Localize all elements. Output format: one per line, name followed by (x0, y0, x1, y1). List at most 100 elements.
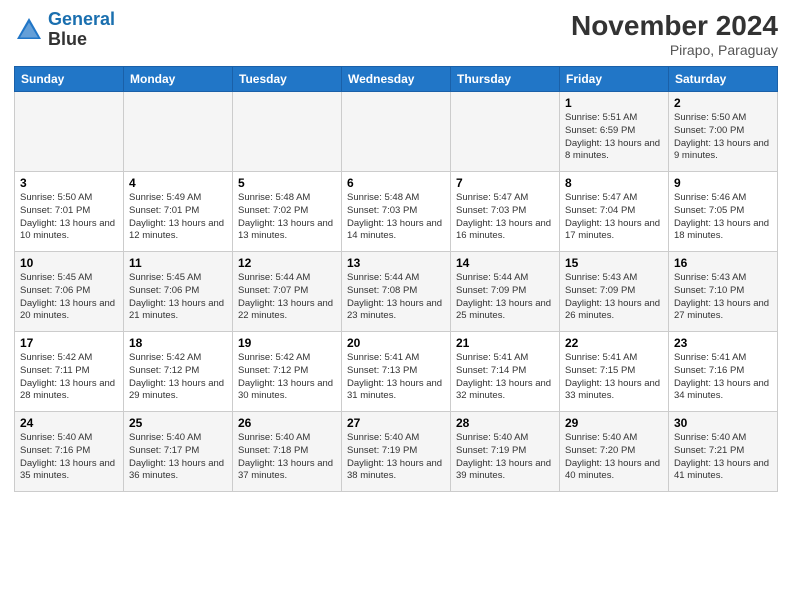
calendar-cell: 1 Sunrise: 5:51 AM Sunset: 6:59 PM Daylig… (560, 92, 669, 172)
week-row-4: 24 Sunrise: 5:40 AM Sunset: 7:16 PM Dayli… (15, 412, 778, 492)
day-number: 22 (565, 336, 663, 350)
calendar-cell: 12 Sunrise: 5:44 AM Sunset: 7:07 PM Dayli… (233, 252, 342, 332)
day-info: Sunrise: 5:48 AM Sunset: 7:03 PM Dayligh… (347, 192, 445, 243)
month-title: November 2024 (571, 10, 778, 42)
calendar-cell (342, 92, 451, 172)
day-number: 10 (20, 256, 118, 270)
calendar-cell: 7 Sunrise: 5:47 AM Sunset: 7:03 PM Daylig… (451, 172, 560, 252)
calendar-cell: 14Sunrise: 5:44 AM Sunset: 7:09 PM Dayli… (451, 252, 560, 332)
day-info: Sunrise: 5:44 AM Sunset: 7:08 PM Dayligh… (347, 272, 445, 323)
day-number: 28 (456, 416, 554, 430)
day-number: 27 (347, 416, 445, 430)
day-info: Sunrise: 5:40 AM Sunset: 7:21 PM Dayligh… (674, 432, 772, 483)
calendar-cell: 5 Sunrise: 5:48 AM Sunset: 7:02 PM Daylig… (233, 172, 342, 252)
day-number: 9 (674, 176, 772, 190)
day-number: 7 (456, 176, 554, 190)
calendar-cell: 23Sunrise: 5:41 AM Sunset: 7:16 PM Dayli… (669, 332, 778, 412)
calendar-cell: 17 Sunrise: 5:42 AM Sunset: 7:11 PM Dayli… (15, 332, 124, 412)
day-number: 18 (129, 336, 227, 350)
title-block: November 2024 Pirapo, Paraguay (571, 10, 778, 58)
day-number: 15 (565, 256, 663, 270)
day-info: Sunrise: 5:42 AM Sunset: 7:11 PM Dayligh… (20, 352, 118, 403)
calendar-header: SundayMondayTuesdayWednesdayThursdayFrid… (15, 67, 778, 92)
header-day-monday: Monday (124, 67, 233, 92)
day-info: Sunrise: 5:48 AM Sunset: 7:02 PM Dayligh… (238, 192, 336, 243)
week-row-3: 17 Sunrise: 5:42 AM Sunset: 7:11 PM Dayli… (15, 332, 778, 412)
header-day-friday: Friday (560, 67, 669, 92)
calendar-cell: 20Sunrise: 5:41 AM Sunset: 7:13 PM Dayli… (342, 332, 451, 412)
location-subtitle: Pirapo, Paraguay (571, 42, 778, 58)
day-number: 1 (565, 96, 663, 110)
day-info: Sunrise: 5:49 AM Sunset: 7:01 PM Dayligh… (129, 192, 227, 243)
calendar-cell: 4 Sunrise: 5:49 AM Sunset: 7:01 PM Daylig… (124, 172, 233, 252)
calendar-cell: 28Sunrise: 5:40 AM Sunset: 7:19 PM Dayli… (451, 412, 560, 492)
day-info: Sunrise: 5:41 AM Sunset: 7:14 PM Dayligh… (456, 352, 554, 403)
day-number: 8 (565, 176, 663, 190)
day-number: 26 (238, 416, 336, 430)
day-number: 30 (674, 416, 772, 430)
day-number: 17 (20, 336, 118, 350)
header-day-tuesday: Tuesday (233, 67, 342, 92)
calendar-cell: 26Sunrise: 5:40 AM Sunset: 7:18 PM Dayli… (233, 412, 342, 492)
calendar-cell: 3Sunrise: 5:50 AM Sunset: 7:01 PM Daylig… (15, 172, 124, 252)
calendar-cell (15, 92, 124, 172)
calendar-cell: 6 Sunrise: 5:48 AM Sunset: 7:03 PM Daylig… (342, 172, 451, 252)
day-number: 6 (347, 176, 445, 190)
calendar-cell: 13 Sunrise: 5:44 AM Sunset: 7:08 PM Dayli… (342, 252, 451, 332)
calendar-cell: 25Sunrise: 5:40 AM Sunset: 7:17 PM Dayli… (124, 412, 233, 492)
calendar-cell: 30 Sunrise: 5:40 AM Sunset: 7:21 PM Dayli… (669, 412, 778, 492)
calendar-cell: 29Sunrise: 5:40 AM Sunset: 7:20 PM Dayli… (560, 412, 669, 492)
calendar-cell: 22 Sunrise: 5:41 AM Sunset: 7:15 PM Dayli… (560, 332, 669, 412)
day-info: Sunrise: 5:45 AM Sunset: 7:06 PM Dayligh… (20, 272, 118, 323)
calendar-cell: 9 Sunrise: 5:46 AM Sunset: 7:05 PM Daylig… (669, 172, 778, 252)
week-row-0: 1 Sunrise: 5:51 AM Sunset: 6:59 PM Daylig… (15, 92, 778, 172)
calendar-cell: 11 Sunrise: 5:45 AM Sunset: 7:06 PM Dayli… (124, 252, 233, 332)
day-info: Sunrise: 5:44 AM Sunset: 7:07 PM Dayligh… (238, 272, 336, 323)
day-info: Sunrise: 5:41 AM Sunset: 7:13 PM Dayligh… (347, 352, 445, 403)
week-row-1: 3Sunrise: 5:50 AM Sunset: 7:01 PM Daylig… (15, 172, 778, 252)
day-info: Sunrise: 5:43 AM Sunset: 7:09 PM Dayligh… (565, 272, 663, 323)
day-number: 2 (674, 96, 772, 110)
day-number: 4 (129, 176, 227, 190)
day-info: Sunrise: 5:46 AM Sunset: 7:05 PM Dayligh… (674, 192, 772, 243)
day-info: Sunrise: 5:43 AM Sunset: 7:10 PM Dayligh… (674, 272, 772, 323)
day-number: 11 (129, 256, 227, 270)
day-number: 5 (238, 176, 336, 190)
calendar-cell (233, 92, 342, 172)
day-number: 23 (674, 336, 772, 350)
calendar-cell: 19 Sunrise: 5:42 AM Sunset: 7:12 PM Dayli… (233, 332, 342, 412)
day-info: Sunrise: 5:50 AM Sunset: 7:01 PM Dayligh… (20, 192, 118, 243)
logo-icon (14, 15, 44, 45)
header: General Blue November 2024 Pirapo, Parag… (14, 10, 778, 58)
calendar-cell: 2 Sunrise: 5:50 AM Sunset: 7:00 PM Daylig… (669, 92, 778, 172)
header-day-thursday: Thursday (451, 67, 560, 92)
day-info: Sunrise: 5:41 AM Sunset: 7:15 PM Dayligh… (565, 352, 663, 403)
day-number: 25 (129, 416, 227, 430)
day-info: Sunrise: 5:47 AM Sunset: 7:03 PM Dayligh… (456, 192, 554, 243)
calendar-cell: 18 Sunrise: 5:42 AM Sunset: 7:12 PM Dayli… (124, 332, 233, 412)
calendar-cell: 24 Sunrise: 5:40 AM Sunset: 7:16 PM Dayli… (15, 412, 124, 492)
day-number: 12 (238, 256, 336, 270)
day-info: Sunrise: 5:50 AM Sunset: 7:00 PM Dayligh… (674, 112, 772, 163)
calendar-cell: 21 Sunrise: 5:41 AM Sunset: 7:14 PM Dayli… (451, 332, 560, 412)
page: General Blue November 2024 Pirapo, Parag… (0, 0, 792, 502)
day-info: Sunrise: 5:40 AM Sunset: 7:20 PM Dayligh… (565, 432, 663, 483)
day-info: Sunrise: 5:47 AM Sunset: 7:04 PM Dayligh… (565, 192, 663, 243)
calendar-cell: 16 Sunrise: 5:43 AM Sunset: 7:10 PM Dayli… (669, 252, 778, 332)
day-info: Sunrise: 5:40 AM Sunset: 7:16 PM Dayligh… (20, 432, 118, 483)
day-number: 24 (20, 416, 118, 430)
day-number: 13 (347, 256, 445, 270)
calendar-cell: 8 Sunrise: 5:47 AM Sunset: 7:04 PM Daylig… (560, 172, 669, 252)
calendar-body: 1 Sunrise: 5:51 AM Sunset: 6:59 PM Daylig… (15, 92, 778, 492)
header-day-saturday: Saturday (669, 67, 778, 92)
day-number: 21 (456, 336, 554, 350)
day-info: Sunrise: 5:42 AM Sunset: 7:12 PM Dayligh… (238, 352, 336, 403)
calendar: SundayMondayTuesdayWednesdayThursdayFrid… (14, 66, 778, 492)
week-row-2: 10 Sunrise: 5:45 AM Sunset: 7:06 PM Dayli… (15, 252, 778, 332)
day-number: 16 (674, 256, 772, 270)
day-info: Sunrise: 5:45 AM Sunset: 7:06 PM Dayligh… (129, 272, 227, 323)
logo: General Blue (14, 10, 115, 50)
day-info: Sunrise: 5:51 AM Sunset: 6:59 PM Dayligh… (565, 112, 663, 163)
day-info: Sunrise: 5:42 AM Sunset: 7:12 PM Dayligh… (129, 352, 227, 403)
day-number: 19 (238, 336, 336, 350)
